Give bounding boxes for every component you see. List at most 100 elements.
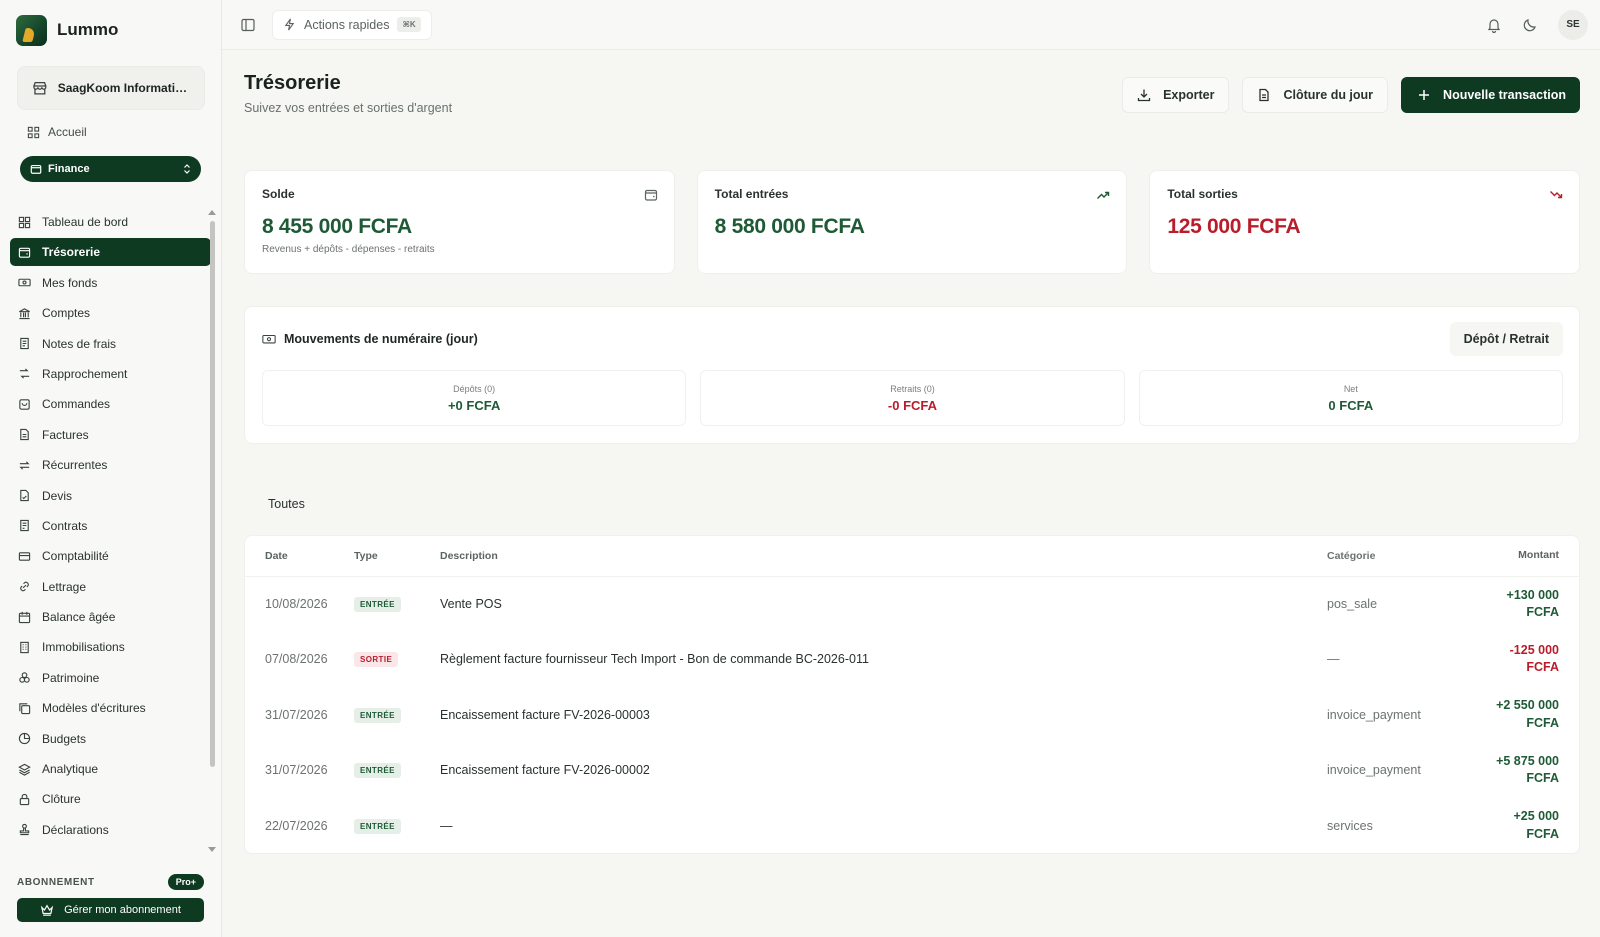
- row-description: Encaissement facture FV-2026-00003: [440, 707, 650, 722]
- brand-logo: [16, 14, 47, 46]
- shortcut-hint: ⌘K: [397, 17, 421, 32]
- page-title: Trésorerie: [244, 72, 341, 94]
- close-day-button[interactable]: Clôture du jour: [1242, 77, 1389, 113]
- amount-value: +130 000: [1506, 587, 1559, 602]
- scroll-up-arrow[interactable]: [208, 210, 216, 215]
- expense-card: Total sorties 125 000 FCFA: [1149, 170, 1581, 274]
- sidebar-item-label: Notes de frais: [42, 336, 117, 351]
- summary-cards: Solde 8 455 000 FCFA Revenus + dépôts - …: [244, 170, 1581, 274]
- sidebar-item-factures[interactable]: Factures: [10, 421, 211, 449]
- balance-card: Solde 8 455 000 FCFA Revenus + dépôts - …: [244, 170, 675, 274]
- sidebar-item-label: Contrats: [42, 518, 88, 533]
- sidebar-item-analytique[interactable]: Analytique: [10, 755, 211, 783]
- receipt-icon: [20, 337, 29, 350]
- row-category: —: [1327, 652, 1340, 667]
- sidebar-item-lettrage[interactable]: Lettrage: [10, 573, 211, 601]
- filter-tab-all[interactable]: Toutes: [256, 489, 317, 519]
- export-button[interactable]: Exporter: [1122, 77, 1230, 113]
- row-amount: -125 000 FCFA: [1467, 632, 1579, 688]
- sidebar-item-label: Mes fonds: [42, 275, 98, 290]
- sidebar-item-comptabilite[interactable]: Comptabilité: [10, 542, 211, 570]
- brand[interactable]: Lummo: [0, 0, 221, 60]
- sidebar-item-cloture[interactable]: Clôture: [10, 785, 211, 813]
- sidebar-item-comptes[interactable]: Comptes: [10, 299, 211, 327]
- user-avatar[interactable]: SE: [1558, 9, 1588, 40]
- wallet-icon: [30, 164, 42, 174]
- row-type: SORTIE: [354, 632, 440, 688]
- sidebar-item-label: Comptes: [42, 306, 91, 321]
- new-transaction-button[interactable]: Nouvelle transaction: [1401, 77, 1580, 113]
- sidebar-nav: Tableau de bord Trésorerie Mes fonds Compte…: [0, 208, 221, 836]
- bell-icon[interactable]: [1486, 17, 1502, 33]
- table-row[interactable]: 07/08/2026 SORTIE Règlement facture fourni…: [245, 632, 1579, 688]
- table-row[interactable]: 10/08/2026 ENTRÉE Vente POS pos_sale +130 00…: [245, 576, 1579, 632]
- sidebar-item-commandes[interactable]: Commandes: [10, 390, 211, 418]
- sidebar-item-label: Factures: [42, 427, 89, 442]
- sidebar: Lummo SaagKoom Informatiq... Accueil Fin…: [0, 0, 222, 937]
- sidebar-item-modeles-d-ecritures[interactable]: Modèles d'écritures: [10, 694, 211, 722]
- sidebar-item-label: Récurrentes: [42, 458, 108, 473]
- sidebar-item-declarations[interactable]: Déclarations: [10, 816, 211, 836]
- col-type[interactable]: Type: [354, 536, 440, 577]
- page-header: Trésorerie Suivez vos entrées et sorties…: [244, 72, 452, 115]
- module-selector[interactable]: Finance: [20, 156, 201, 182]
- income-value: 8 580 000 FCFA: [714, 215, 865, 238]
- cart-icon: [19, 399, 30, 410]
- table-row[interactable]: 31/07/2026 ENTRÉE Encaissement facture FV-…: [245, 743, 1579, 799]
- crown-icon: [40, 904, 54, 916]
- balance-value: 8 455 000 FCFA: [262, 215, 412, 238]
- withdrawals-stat: Retraits (0) -0 FCFA: [700, 370, 1125, 426]
- sidebar-item-tresorerie[interactable]: Trésorerie: [10, 238, 211, 267]
- table-row[interactable]: 31/07/2026 ENTRÉE Encaissement facture FV-…: [245, 687, 1579, 743]
- brand-name: Lummo: [57, 20, 119, 39]
- new-transaction-label: Nouvelle transaction: [1443, 88, 1566, 102]
- sidebar-item-rapprochement[interactable]: Rapprochement: [10, 360, 211, 388]
- sidebar-item-budgets[interactable]: Budgets: [10, 725, 211, 753]
- sidebar-item-immobilisations[interactable]: Immobilisations: [10, 633, 211, 661]
- quick-actions-button[interactable]: Actions rapides ⌘K: [272, 9, 432, 40]
- col-category[interactable]: Catégorie: [1327, 536, 1467, 577]
- moon-icon[interactable]: [1522, 17, 1538, 33]
- sidebar-item-tableau-de-bord[interactable]: Tableau de bord: [10, 208, 211, 236]
- sidebar-item-contrats[interactable]: Contrats: [10, 512, 211, 540]
- calendar-icon: [18, 611, 31, 623]
- sidebar-item-mes-fonds[interactable]: Mes fonds: [10, 269, 211, 297]
- table-row[interactable]: 22/07/2026 ENTRÉE — services +25 000 FCFA: [245, 798, 1579, 853]
- page-subtitle: Suivez vos entrées et sorties d'argent: [244, 101, 453, 115]
- col-date[interactable]: Date: [245, 536, 354, 577]
- cash-movements-panel: Mouvements de numéraire (jour) Dépôt / R…: [244, 306, 1580, 444]
- col-amount[interactable]: Montant: [1467, 536, 1579, 577]
- sidebar-item-patrimoine[interactable]: Patrimoine: [10, 664, 211, 692]
- sidebar-toggle-icon[interactable]: [240, 17, 256, 33]
- home-label: Accueil: [48, 125, 87, 139]
- type-badge: ENTRÉE: [354, 818, 401, 834]
- sidebar-item-label: Devis: [42, 488, 73, 503]
- row-amount: +5 875 000 FCFA: [1467, 743, 1579, 799]
- assets-icon: [19, 672, 30, 684]
- cash-header: Mouvements de numéraire (jour): [262, 332, 478, 346]
- deposits-value: +0 FCFA: [447, 397, 501, 413]
- sidebar-scrollbar[interactable]: [210, 221, 215, 767]
- store-icon: [33, 81, 47, 95]
- sidebar-item-label: Analytique: [42, 762, 99, 777]
- manage-subscription-button[interactable]: Gérer mon abonnement: [17, 898, 204, 922]
- amount-currency: FCFA: [1526, 715, 1559, 730]
- amount-currency: FCFA: [1526, 771, 1559, 786]
- deposit-withdraw-button[interactable]: Dépôt / Retrait: [1449, 322, 1563, 356]
- scroll-down-arrow[interactable]: [208, 847, 216, 852]
- type-badge: ENTRÉE: [354, 763, 401, 779]
- row-category: pos_sale: [1327, 597, 1378, 611]
- sidebar-item-recurrentes[interactable]: Récurrentes: [10, 451, 211, 479]
- row-date: 31/07/2026: [265, 707, 328, 722]
- home-link[interactable]: Accueil: [17, 118, 205, 146]
- org-switcher[interactable]: SaagKoom Informatiq...: [17, 66, 205, 110]
- row-type: ENTRÉE: [354, 576, 440, 632]
- sidebar-item-notes-de-frais[interactable]: Notes de frais: [10, 330, 211, 358]
- document-icon: [1259, 88, 1270, 102]
- row-date: 10/08/2026: [265, 597, 328, 611]
- col-description[interactable]: Description: [440, 536, 1327, 577]
- amount-value: +2 550 000: [1496, 698, 1559, 713]
- sidebar-item-devis[interactable]: Devis: [10, 482, 211, 510]
- sidebar-item-balance-agee[interactable]: Balance âgée: [10, 603, 211, 631]
- amount-value: +5 875 000: [1496, 753, 1559, 768]
